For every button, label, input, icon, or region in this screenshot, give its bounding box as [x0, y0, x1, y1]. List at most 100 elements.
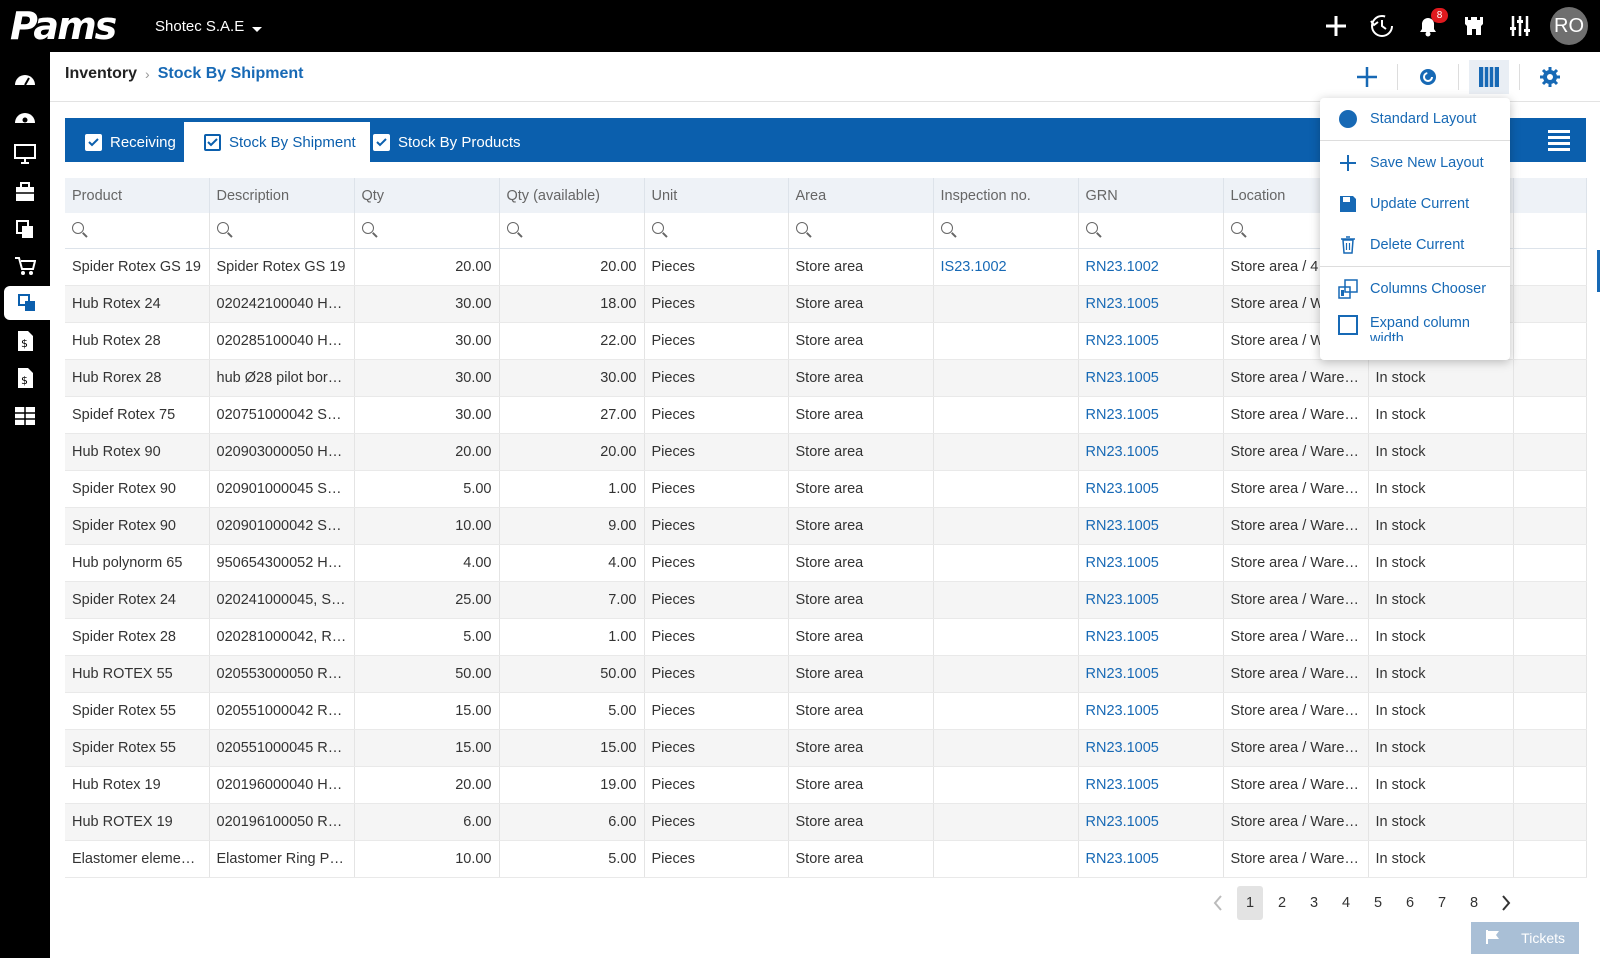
- documents-icon[interactable]: [4, 212, 46, 246]
- table-cell[interactable]: RN23.1005: [1078, 359, 1224, 397]
- page-number[interactable]: 2: [1269, 886, 1295, 920]
- cart-icon[interactable]: [4, 249, 46, 283]
- column-header[interactable]: Qty: [354, 178, 500, 213]
- table-cell[interactable]: RN23.1002: [1078, 248, 1224, 286]
- filter-cell[interactable]: [788, 213, 934, 249]
- column-header[interactable]: Description: [209, 178, 355, 213]
- table-cell: Pieces: [644, 507, 789, 545]
- table-cell[interactable]: RN23.1005: [1078, 840, 1224, 878]
- monitor-icon[interactable]: [4, 137, 46, 171]
- table-cell[interactable]: RN23.1005: [1078, 803, 1224, 841]
- layout-button[interactable]: [1469, 60, 1509, 94]
- circle-icon: [1338, 109, 1358, 129]
- tab-receiving[interactable]: Receiving: [65, 122, 190, 162]
- expand-column-width-option[interactable]: Expand column width: [1320, 309, 1510, 349]
- table-row[interactable]: Spider Rotex 24 020241000045, S… 25.00 7.00…: [65, 581, 1587, 619]
- table-row[interactable]: Spider Rotex 55 020551000042 R… 15.00 5.00 P…: [65, 692, 1587, 730]
- castle-icon[interactable]: [1458, 10, 1490, 42]
- table-cell[interactable]: RN23.1005: [1078, 507, 1224, 545]
- page-number[interactable]: 5: [1365, 886, 1391, 920]
- invoice-alt-icon[interactable]: $: [4, 361, 46, 395]
- breadcrumb-root[interactable]: Inventory: [65, 65, 137, 83]
- tab-stock-by-products[interactable]: Stock By Products: [353, 122, 535, 162]
- menu-lines-icon[interactable]: [1548, 130, 1570, 151]
- column-header[interactable]: Area: [788, 178, 934, 213]
- bell-icon[interactable]: 8: [1412, 8, 1448, 42]
- table-row[interactable]: Hub ROTEX 19 020196100050 R… 6.00 6.00 Piece…: [65, 803, 1587, 841]
- page-number[interactable]: 6: [1397, 886, 1423, 920]
- table-cell: 50.00: [354, 655, 500, 693]
- delete-current-option[interactable]: Delete Current: [1320, 224, 1510, 265]
- tab-stock-by-shipment[interactable]: Stock By Shipment: [184, 122, 370, 162]
- columns-chooser-option[interactable]: Columns Chooser: [1320, 268, 1510, 309]
- reports-icon[interactable]: [4, 399, 46, 433]
- table-row[interactable]: Hub Rotex 90 020903000050 Hu… 20.00 20.00 Pi…: [65, 433, 1587, 471]
- column-header[interactable]: Unit: [644, 178, 789, 213]
- history-icon[interactable]: [1366, 10, 1398, 42]
- page-number[interactable]: 7: [1429, 886, 1455, 920]
- table-cell[interactable]: RN23.1005: [1078, 396, 1224, 434]
- add-button[interactable]: [1347, 60, 1387, 94]
- table-cell[interactable]: RN23.1005: [1078, 766, 1224, 804]
- filter-cell[interactable]: [65, 213, 210, 249]
- prev-page-icon[interactable]: [1205, 886, 1231, 920]
- refresh-button[interactable]: [1408, 60, 1448, 94]
- table-cell: [933, 470, 1079, 508]
- table-cell[interactable]: RN23.1005: [1078, 322, 1224, 360]
- page-number[interactable]: 4: [1333, 886, 1359, 920]
- table-cell[interactable]: IS23.1002: [933, 248, 1079, 286]
- column-header[interactable]: Inspection no.: [933, 178, 1079, 213]
- page-number[interactable]: 1: [1237, 886, 1263, 920]
- table-cell[interactable]: RN23.1005: [1078, 729, 1224, 767]
- table-cell[interactable]: RN23.1005: [1078, 433, 1224, 471]
- column-header[interactable]: Qty (available): [499, 178, 645, 213]
- company-selector[interactable]: Shotec S.A.E: [155, 18, 263, 35]
- filter-cell[interactable]: [644, 213, 789, 249]
- table-row[interactable]: Hub Rotex 19 020196000040 Hu… 20.00 19.00 Pi…: [65, 766, 1587, 804]
- filter-cell[interactable]: [354, 213, 500, 249]
- sliders-icon[interactable]: [1504, 10, 1536, 42]
- table-cell[interactable]: RN23.1005: [1078, 470, 1224, 508]
- table-cell[interactable]: RN23.1005: [1078, 285, 1224, 323]
- dashboard-alt-icon[interactable]: [4, 100, 46, 134]
- filter-cell[interactable]: [209, 213, 355, 249]
- column-header[interactable]: Product: [65, 178, 210, 213]
- table-row[interactable]: Spidef Rotex 75 020751000042 SP… 30.00 27.0…: [65, 396, 1587, 434]
- table-row[interactable]: Hub ROTEX 55 020553000050 R… 50.00 50.00 Pie…: [65, 655, 1587, 693]
- filter-cell[interactable]: [1078, 213, 1224, 249]
- table-row[interactable]: Spider Rotex 90 020901000042 SP… 10.00 9.00…: [65, 507, 1587, 545]
- tickets-button[interactable]: Tickets: [1471, 922, 1579, 954]
- column-header[interactable]: GRN: [1078, 178, 1224, 213]
- table-row[interactable]: Spider Rotex 28 020281000042, R… 5.00 1.00 P…: [65, 618, 1587, 656]
- page-number[interactable]: 8: [1461, 886, 1487, 920]
- save-new-layout-option[interactable]: Save New Layout: [1320, 142, 1510, 183]
- user-avatar[interactable]: RO: [1550, 7, 1588, 45]
- plus-icon[interactable]: [1320, 10, 1352, 42]
- table-cell: 20.00: [499, 433, 645, 471]
- inventory-icon[interactable]: [4, 286, 50, 320]
- dashboard-icon[interactable]: [4, 62, 46, 96]
- standard-layout-option[interactable]: Standard Layout: [1320, 98, 1510, 139]
- table-cell: hub Ø28 pilot bor…: [209, 359, 355, 397]
- table-cell[interactable]: RN23.1005: [1078, 544, 1224, 582]
- briefcase-icon[interactable]: [4, 175, 46, 209]
- table-cell[interactable]: RN23.1005: [1078, 655, 1224, 693]
- table-cell[interactable]: RN23.1005: [1078, 618, 1224, 656]
- table-cell[interactable]: RN23.1005: [1078, 581, 1224, 619]
- page-number[interactable]: 3: [1301, 886, 1327, 920]
- table-row[interactable]: Elastomer eleme… Elastomer Ring P… 10.00 5.…: [65, 840, 1587, 878]
- column-header[interactable]: [1513, 178, 1587, 213]
- table-row[interactable]: Hub Rorex 28 hub Ø28 pilot bor… 30.00 30.00…: [65, 359, 1587, 397]
- filter-cell[interactable]: [1513, 213, 1587, 249]
- update-current-option[interactable]: Update Current: [1320, 183, 1510, 224]
- filter-cell[interactable]: [499, 213, 645, 249]
- filter-cell[interactable]: [933, 213, 1079, 249]
- table-row[interactable]: Hub polynorm 65 950654300052 H… 4.00 4.00 Pi…: [65, 544, 1587, 582]
- table-cell[interactable]: RN23.1005: [1078, 692, 1224, 730]
- table-row[interactable]: Spider Rotex 90 020901000045 SP… 5.00 1.00 P…: [65, 470, 1587, 508]
- invoice-icon[interactable]: $: [4, 324, 46, 358]
- app-logo[interactable]: Pams: [10, 4, 130, 48]
- settings-button[interactable]: [1530, 60, 1570, 94]
- table-row[interactable]: Spider Rotex 55 020551000045 R… 15.00 15.00…: [65, 729, 1587, 767]
- next-page-icon[interactable]: [1493, 886, 1519, 920]
